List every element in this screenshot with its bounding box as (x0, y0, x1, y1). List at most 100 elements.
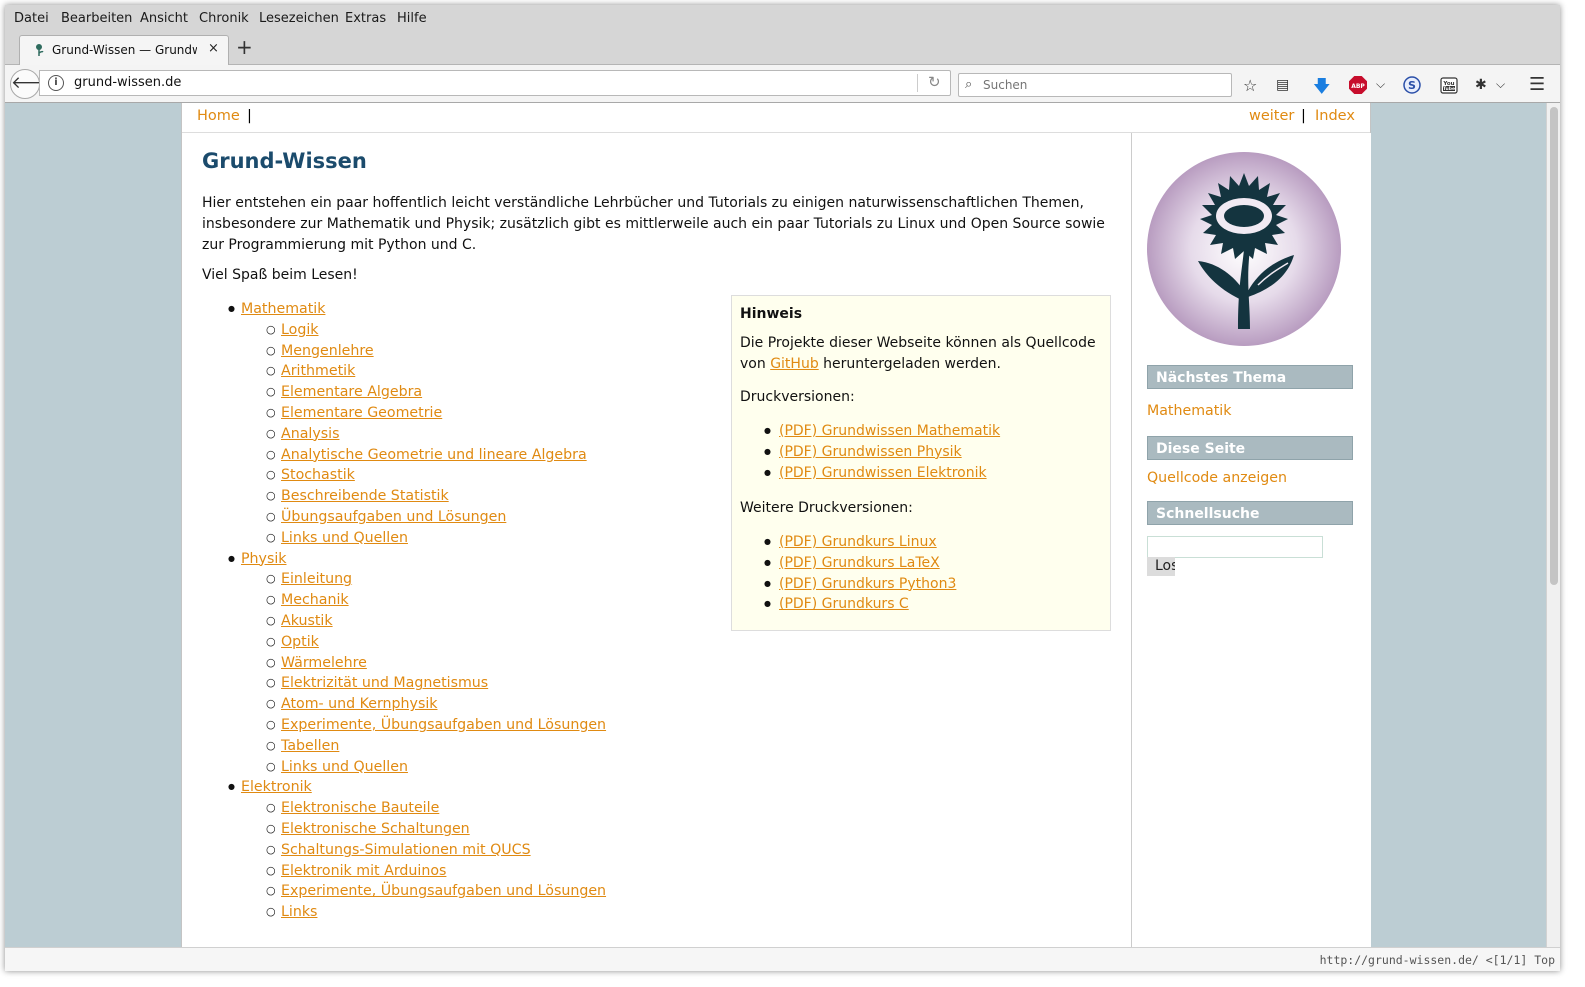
quick-search-button[interactable]: Los (1147, 557, 1175, 576)
home-link[interactable]: Home (197, 108, 240, 124)
adblock-menu-chevron-icon[interactable]: ⌵ (1376, 77, 1385, 92)
toc-section: Elektronik Elektronische Bauteile Elektron… (202, 777, 606, 923)
next-topic-link[interactable]: Mathematik (1147, 403, 1231, 419)
pdf-grundwissen-elektronik-link[interactable]: (PDF) Grundwissen Elektronik (779, 465, 987, 481)
toc-subsection: Tabellen (241, 736, 606, 757)
toc-subsection-link[interactable]: Optik (281, 634, 319, 650)
url-bar[interactable]: i grund-wissen.de ↻ (39, 70, 951, 96)
menu-chronik[interactable]: Chronik (199, 11, 249, 26)
quick-search-input[interactable] (1147, 536, 1323, 558)
toc-subsection: Elektrizität und Magnetismus (241, 673, 606, 694)
toc-subsection: Atom- und Kernphysik (241, 694, 606, 715)
github-link[interactable]: GitHub (770, 356, 819, 372)
toc-section-link[interactable]: Physik (241, 551, 287, 567)
list-item: (PDF) Grundkurs LaTeX (762, 553, 956, 574)
tab-strip: Grund-Wissen — Grundwissen Mathematik × … (5, 31, 1560, 65)
pdf-grundkurs-latex-link[interactable]: (PDF) Grundkurs LaTeX (779, 555, 940, 571)
toc-subsection: Stochastik (241, 465, 606, 486)
toc-subsection-link[interactable]: Beschreibende Statistik (281, 488, 449, 504)
toc-subsection-link[interactable]: Elektronische Bauteile (281, 800, 439, 816)
sunflower-favicon-icon (36, 44, 44, 56)
toc-subsection-link[interactable]: Übungsaufgaben und Lösungen (281, 509, 506, 525)
pdf-grundwissen-physik-link[interactable]: (PDF) Grundwissen Physik (779, 444, 962, 460)
adblock-plus-icon[interactable]: ABP (1349, 76, 1367, 94)
extension-menu-chevron-icon[interactable]: ⌵ (1496, 77, 1505, 92)
toc-subsection-link[interactable]: Arithmetik (281, 363, 355, 379)
toc-subsection-link[interactable]: Elektronik mit Arduinos (281, 863, 446, 879)
toc-subsection-link[interactable]: Tabellen (281, 738, 339, 754)
youtube-extension-icon[interactable]: You Tube (1439, 75, 1459, 95)
toc-subsection-link[interactable]: Mengenlehre (281, 343, 374, 359)
toc-subsection: Beschreibende Statistik (241, 486, 606, 507)
sidebar: Nächstes Thema Mathematik Diese Seite Qu… (1131, 133, 1371, 947)
toc-subsection-link[interactable]: Analysis (281, 426, 339, 442)
hint-text: Die Projekte dieser Webseite können als … (740, 335, 1096, 372)
status-text: http://grund-wissen.de/ <[1/1] Top (1319, 953, 1555, 967)
toc-subsection: Links und Quellen (241, 528, 606, 549)
sunflower-logo-icon[interactable] (1146, 151, 1342, 347)
url-text[interactable]: grund-wissen.de (74, 75, 181, 90)
hint-box: Hinweis Die Projekte dieser Webseite kön… (731, 295, 1111, 631)
back-arrow-icon[interactable]: 🡐 (10, 69, 57, 99)
toc-subsection-link[interactable]: Elektronische Schaltungen (281, 821, 470, 837)
toc-subsection-link[interactable]: Experimente, Übungsaufgaben und Lösungen (281, 883, 606, 899)
toc-subsection-link[interactable]: Wärmelehre (281, 655, 367, 671)
menu-lesezeichen[interactable]: Lesezeichen (259, 11, 339, 26)
downloads-arrow-icon[interactable]: 🡇 (1313, 74, 1330, 103)
intro-paragraph: Hier entstehen ein paar hoffentlich leic… (202, 195, 1105, 253)
toc-subsection-link[interactable]: Links und Quellen (281, 530, 408, 546)
index-link[interactable]: Index (1315, 108, 1355, 124)
next-link[interactable]: weiter (1249, 108, 1294, 124)
pdf-grundwissen-mathematik-link[interactable]: (PDF) Grundwissen Mathematik (779, 423, 1000, 439)
toc-subsection-link[interactable]: Experimente, Übungsaufgaben und Lösungen (281, 717, 606, 733)
toc-subsection: Akustik (241, 611, 606, 632)
menu-bearbeiten[interactable]: Bearbeiten (61, 11, 132, 26)
toc-subsection-link[interactable]: Atom- und Kernphysik (281, 696, 438, 712)
toc-subsection-link[interactable]: Akustik (281, 613, 333, 629)
page-title: Grund-Wissen (202, 149, 367, 173)
new-tab-icon[interactable]: + (236, 35, 253, 59)
menu-extras[interactable]: Extras (345, 11, 386, 26)
toc-subsection-link[interactable]: Links (281, 904, 317, 920)
related-nav-bar: Home | weiter | Index (182, 103, 1370, 133)
menu-hilfe[interactable]: Hilfe (397, 11, 427, 26)
navigation-toolbar: 🡐 i grund-wissen.de ↻ ⌕ ☆ ▤ 🡇 ABP ⌵ S Yo… (5, 65, 1560, 103)
reload-icon[interactable]: ↻ (928, 73, 941, 91)
browser-window: Datei Bearbeiten Ansicht Chronik Lesezei… (5, 5, 1560, 971)
pdf-grundkurs-linux-link[interactable]: (PDF) Grundkurs Linux (779, 534, 937, 550)
toc-subsection: Einleitung (241, 569, 606, 590)
s-extension-icon[interactable]: S (1403, 76, 1421, 94)
toc-subsection-link[interactable]: Stochastik (281, 467, 355, 483)
scrollbar-thumb[interactable] (1550, 107, 1558, 585)
bug-extension-icon[interactable]: ✱ (1475, 77, 1487, 93)
tab-close-icon[interactable]: × (208, 41, 219, 56)
toc-section-link[interactable]: Elektronik (241, 779, 312, 795)
search-input[interactable] (981, 76, 1225, 94)
toc-subsection-link[interactable]: Einleitung (281, 571, 352, 587)
show-source-link[interactable]: Quellcode anzeigen (1147, 470, 1287, 486)
toc-subsection-link[interactable]: Elementare Algebra (281, 384, 422, 400)
bookmarks-library-icon[interactable]: ▤ (1276, 77, 1289, 93)
toc-subsection: Mechanik (241, 590, 606, 611)
search-bar[interactable]: ⌕ (958, 73, 1232, 97)
menu-ansicht[interactable]: Ansicht (140, 11, 188, 26)
toc-subsection-link[interactable]: Mechanik (281, 592, 349, 608)
toc-section-link[interactable]: Mathematik (241, 301, 325, 317)
toc-subsection-link[interactable]: Logik (281, 322, 319, 338)
hamburger-menu-icon[interactable]: ☰ (1529, 74, 1545, 95)
menu-datei[interactable]: Datei (14, 11, 49, 26)
toc-subsection-link[interactable]: Links und Quellen (281, 759, 408, 775)
pdf-grundkurs-python3-link[interactable]: (PDF) Grundkurs Python3 (779, 576, 956, 592)
bookmark-star-icon[interactable]: ☆ (1243, 76, 1257, 95)
toc-subsection-link[interactable]: Analytische Geometrie und lineare Algebr… (281, 447, 587, 463)
toc-subsection-link[interactable]: Elementare Geometrie (281, 405, 442, 421)
list-item: (PDF) Grundwissen Elektronik (762, 463, 1000, 484)
nav-separator: | (247, 108, 252, 124)
toc-subsection-link[interactable]: Elektrizität und Magnetismus (281, 675, 488, 691)
vertical-scrollbar[interactable] (1546, 103, 1560, 947)
pdf-grundkurs-c-link[interactable]: (PDF) Grundkurs C (779, 596, 909, 612)
tab-grund-wissen[interactable]: Grund-Wissen — Grundwissen Mathematik × (19, 35, 229, 65)
main-body: Grund-Wissen Hier entstehen ein paar hof… (182, 133, 1131, 947)
site-info-icon[interactable]: i (48, 75, 64, 91)
toc-subsection-link[interactable]: Schaltungs-Simulationen mit QUCS (281, 842, 531, 858)
